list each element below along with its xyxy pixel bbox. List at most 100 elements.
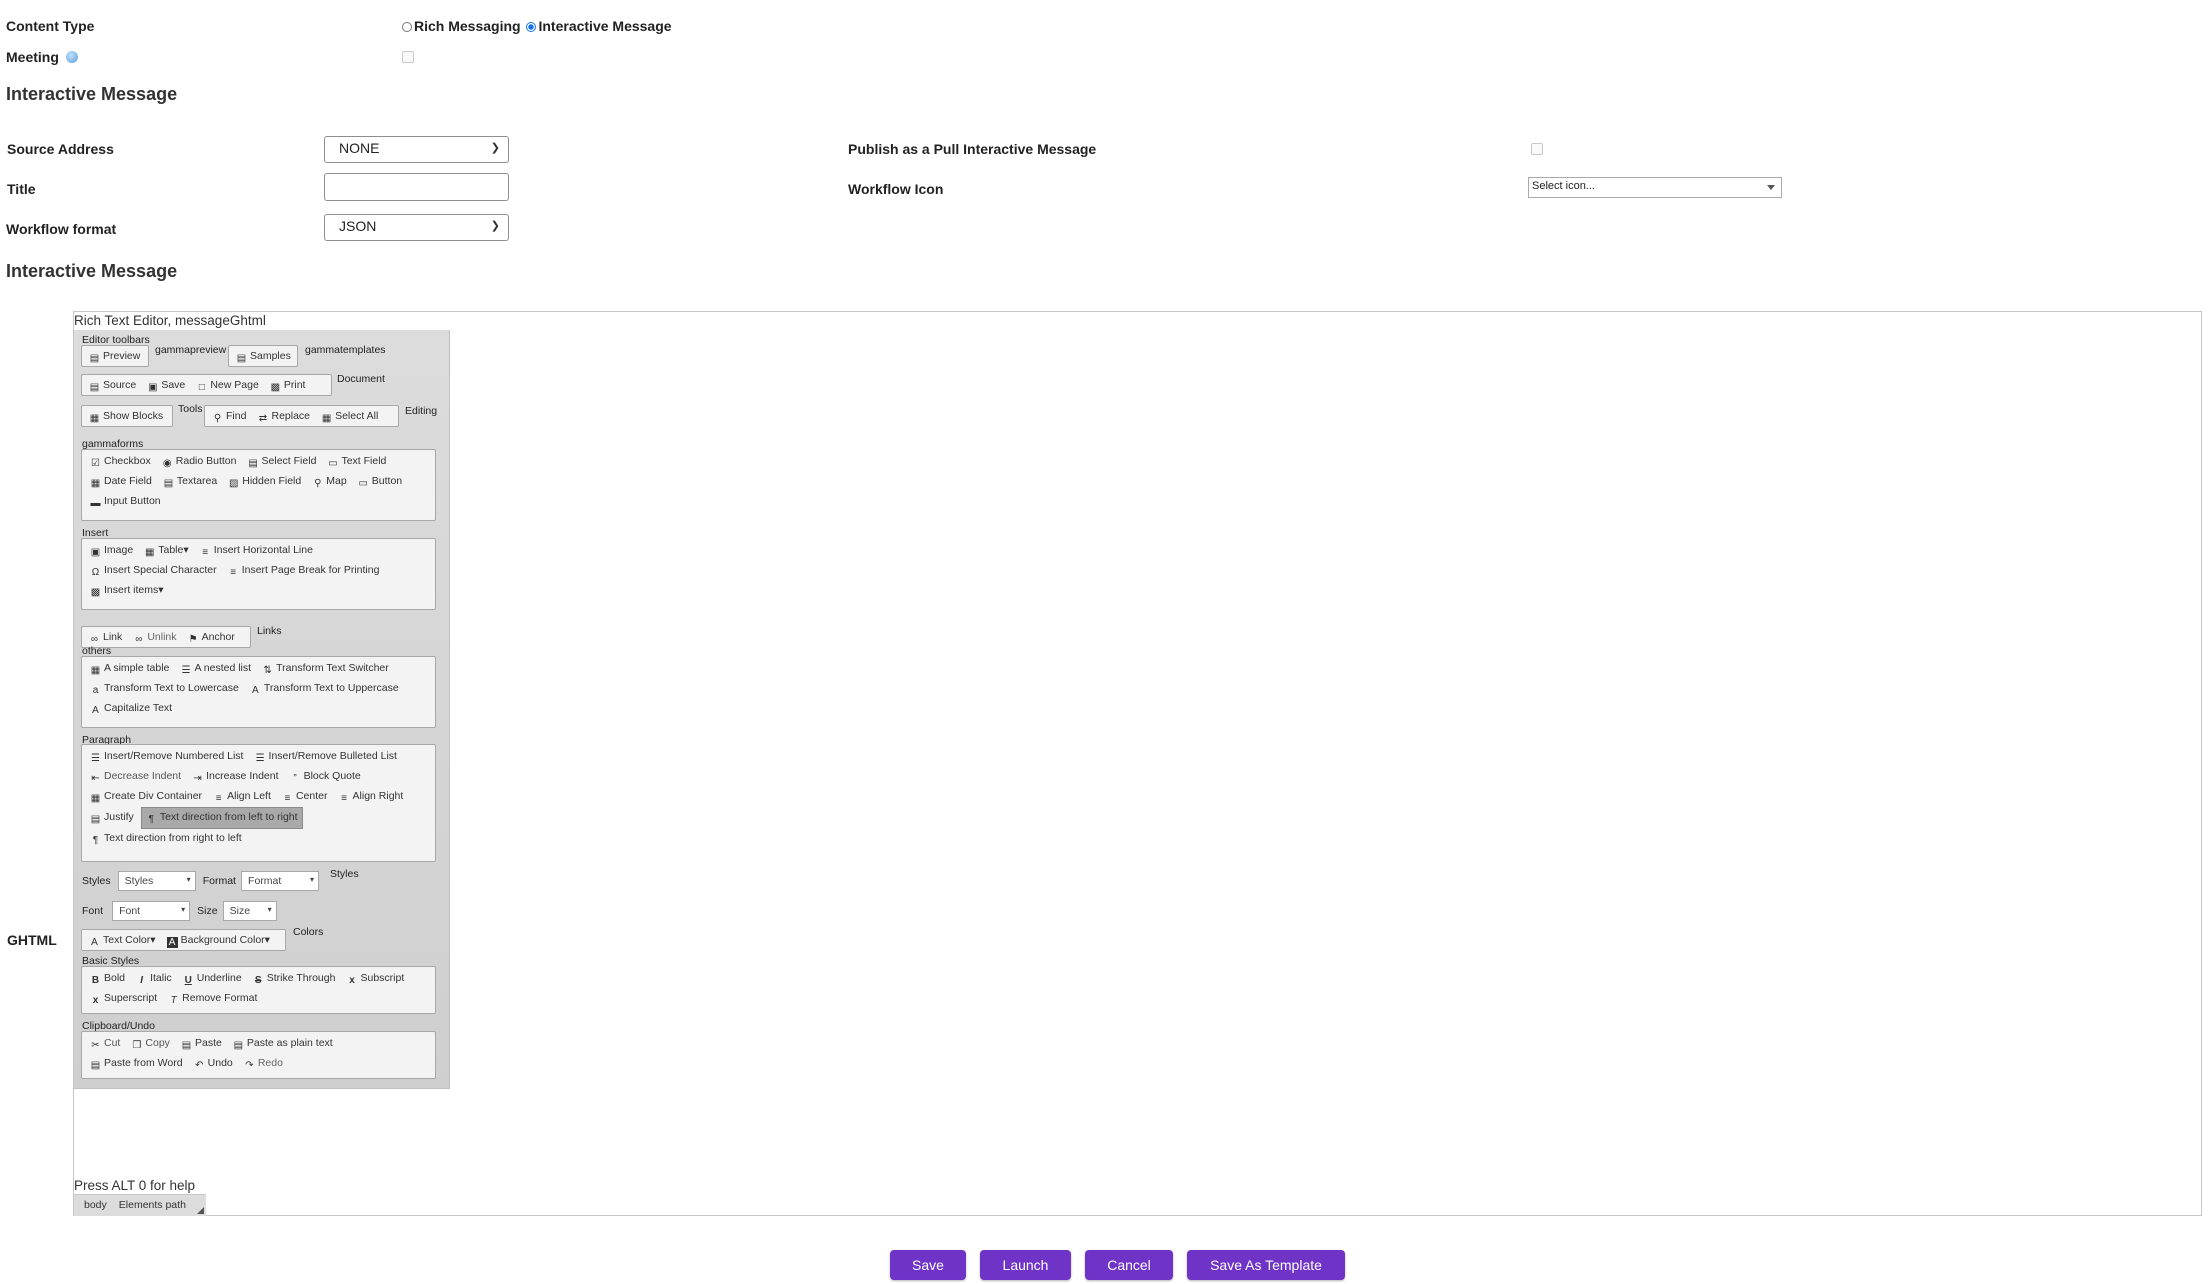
cut-button[interactable]: ✂ Cut (86, 1034, 124, 1054)
unlink-button[interactable]: ∞ Unlink (129, 628, 180, 648)
horizontal-line-label: Insert Horizontal Line (213, 544, 313, 556)
italic-icon: I (140, 975, 143, 986)
templates-group-title: gammatemplates (305, 344, 386, 356)
publish-pull-checkbox[interactable] (1531, 143, 1543, 155)
text-color-button[interactable]: A Text Color▾ (85, 931, 160, 951)
select-all-button[interactable]: ▦ Select All (317, 407, 382, 427)
calendar-icon: ▦ (90, 478, 101, 489)
find-button[interactable]: ⚲ Find (208, 407, 250, 427)
align-left-button[interactable]: ≡ Align Left (209, 787, 275, 807)
capitalize-button[interactable]: A Capitalize Text (86, 699, 176, 719)
print-button[interactable]: ▩ Print (266, 376, 310, 396)
textarea-button[interactable]: ▤ Textarea (159, 472, 221, 492)
image-button[interactable]: ▣ Image (86, 541, 137, 561)
format-combo[interactable]: Format ▾ (241, 871, 320, 891)
paste-button[interactable]: ▤ Paste (177, 1034, 226, 1054)
basic-row-1: B Bold I Italic U Underline S Strike Through… (86, 969, 431, 989)
source-button[interactable]: ▤ Source (85, 376, 140, 396)
redo-button[interactable]: ↷ Redo (240, 1054, 287, 1074)
uppercase-button[interactable]: A Transform Text to Uppercase (246, 679, 403, 699)
size-combo[interactable]: Size ▾ (222, 901, 277, 921)
rich-text-editor[interactable]: Rich Text Editor, messageGhtml Editor to… (73, 311, 2202, 1216)
transform-switcher-button[interactable]: ⇅ Transform Text Switcher (258, 659, 393, 679)
button-icon: ▭ (358, 478, 368, 489)
bold-button[interactable]: B Bold (86, 969, 129, 989)
preview-button[interactable]: ▤ Preview (85, 347, 144, 367)
text-field-button[interactable]: ▭ Text Field (323, 452, 390, 472)
date-field-button[interactable]: ▦ Date Field (86, 472, 156, 492)
show-blocks-button[interactable]: ▦ Show Blocks (85, 407, 167, 427)
underline-button[interactable]: U Underline (179, 969, 246, 989)
styles-combo[interactable]: Styles ▾ (117, 871, 196, 891)
new-page-button[interactable]: □ New Page (192, 376, 262, 396)
font-combo[interactable]: Font ▾ (112, 901, 191, 921)
text-field-label: Text Field (341, 455, 387, 467)
lowercase-button[interactable]: a Transform Text to Lowercase (86, 679, 243, 699)
map-button[interactable]: ⚲ Map (308, 472, 350, 492)
align-left-label: Align Left (227, 790, 271, 802)
info-icon[interactable] (65, 51, 78, 63)
replace-button[interactable]: ⇄ Replace (254, 407, 315, 427)
increase-indent-button[interactable]: ⇥ Increase Indent (188, 767, 282, 787)
save-button[interactable]: Save (890, 1250, 966, 1280)
block-quote-button[interactable]: ” Block Quote (286, 767, 365, 787)
paste-plain-button[interactable]: ▤ Paste as plain text (229, 1034, 337, 1054)
workflow-icon-select[interactable]: Select icon... (1528, 177, 1782, 198)
radio-interactive-message[interactable] (526, 22, 537, 32)
rtl-icon: ¶ (92, 835, 99, 846)
background-color-button[interactable]: A Background Color▾ (163, 931, 274, 951)
hidden-field-label: Hidden Field (242, 475, 302, 487)
nested-list-button[interactable]: ☰ A nested list (176, 659, 255, 679)
justify-button[interactable]: ▤ Justify (86, 808, 138, 828)
radio-rich-messaging[interactable] (402, 22, 412, 32)
rtl-button[interactable]: ¶ Text direction from right to left (86, 829, 246, 849)
input-button-button[interactable]: ▬ Input Button (86, 492, 165, 512)
radio-interactive-message-label[interactable]: Interactive Message (538, 18, 671, 34)
horizontal-line-button[interactable]: ≡ Insert Horizontal Line (196, 541, 317, 561)
special-character-button[interactable]: Ω Insert Special Character (86, 561, 221, 581)
save-as-template-button[interactable]: Save As Template (1187, 1250, 1345, 1280)
bulleted-list-button[interactable]: ☰ Insert/Remove Bulleted List (251, 747, 401, 767)
radio-rich-messaging-label[interactable]: Rich Messaging (414, 18, 521, 34)
align-right-button[interactable]: ≡ Align Right (335, 787, 408, 807)
div-container-button[interactable]: ▦ Create Div Container (86, 787, 206, 807)
source-address-select[interactable]: NONE ❯ (324, 136, 509, 163)
simple-table-button[interactable]: ▦ A simple table (86, 659, 173, 679)
subscript-button[interactable]: x Subscript (343, 969, 409, 989)
anchor-button[interactable]: ⚑ Anchor (184, 628, 239, 648)
resize-handle-icon[interactable] (197, 1207, 204, 1214)
checkbox-button[interactable]: ☑ Checkbox (86, 452, 155, 472)
remove-format-button[interactable]: T Remove Format (164, 989, 261, 1009)
italic-button[interactable]: I Italic (132, 969, 176, 989)
insert-items-button[interactable]: ▩ Insert items▾ (86, 581, 168, 601)
bold-label: Bold (104, 972, 126, 984)
ltr-button[interactable]: ¶ Text direction from left to right (140, 807, 303, 829)
uppercase-icon: A (252, 685, 259, 696)
hidden-field-button[interactable]: ▧ Hidden Field (224, 472, 305, 492)
subscript-icon: x (349, 975, 355, 986)
cancel-button[interactable]: Cancel (1085, 1250, 1173, 1280)
path-body-item[interactable]: body (74, 1195, 117, 1215)
page-break-button[interactable]: ≡ Insert Page Break for Printing (224, 561, 384, 581)
link-icon: ∞ (90, 634, 99, 645)
launch-button[interactable]: Launch (980, 1250, 1071, 1280)
select-field-button[interactable]: ▤ Select Field (244, 452, 321, 472)
decrease-indent-button[interactable]: ⇤ Decrease Indent (86, 767, 185, 787)
numbered-list-button[interactable]: ☰ Insert/Remove Numbered List (86, 747, 247, 767)
superscript-button[interactable]: x Superscript (86, 989, 161, 1009)
size-label: Size (197, 905, 218, 917)
meeting-checkbox[interactable] (402, 51, 414, 63)
undo-button[interactable]: ↶ Undo (190, 1054, 237, 1074)
samples-button[interactable]: ▤ Samples (232, 347, 295, 367)
table-button[interactable]: ▦ Table▾ (140, 541, 192, 561)
workflow-format-select[interactable]: JSON ❯ (324, 214, 509, 241)
strike-button[interactable]: S Strike Through (249, 969, 340, 989)
paste-word-button[interactable]: ▤ Paste from Word (86, 1054, 187, 1074)
radio-button-button[interactable]: ◉ Radio Button (158, 452, 241, 472)
copy-button[interactable]: ❐ Copy (127, 1034, 174, 1054)
save-doc-button[interactable]: ▣ Save (143, 376, 189, 396)
align-center-button[interactable]: ≡ Center (278, 787, 332, 807)
title-input[interactable] (324, 173, 509, 201)
textarea-icon: ▤ (163, 478, 174, 489)
button-button[interactable]: ▭ Button (354, 472, 406, 492)
